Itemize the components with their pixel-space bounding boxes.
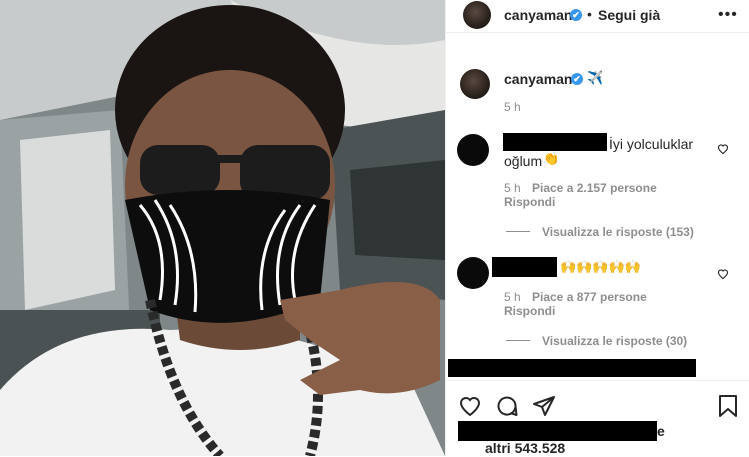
avatar[interactable] [463,1,491,29]
reply-button[interactable]: Rispondi [504,195,555,209]
caption-time[interactable]: 5 h [504,100,521,114]
post-photo[interactable] [0,0,445,456]
view-replies-button[interactable]: Visualizza le risposte (153) [542,225,694,239]
caption-verified-badge-icon: ✔ [571,73,583,85]
airplane-icon: ✈️ [587,70,604,85]
share-icon[interactable] [532,394,556,418]
selfie-image [0,0,445,456]
post-side-panel: canyaman ✔ • Segui già ••• canyaman ✔ ✈️… [445,0,749,456]
post-header: canyaman ✔ • Segui già ••• [446,0,749,33]
comment-time[interactable]: 5 h [504,290,521,304]
redacted-comment [448,359,696,377]
comment-avatar[interactable] [457,134,489,166]
post-actions: e altri 543.528 [446,380,749,457]
likes-count[interactable]: altri 543.528 [485,440,565,456]
comment-like-heart-icon[interactable] [717,268,729,280]
verified-badge-icon: ✔ [570,9,582,21]
header-separator: • [587,6,592,22]
comment-time[interactable]: 5 h [504,181,521,195]
bookmark-icon[interactable] [716,394,740,418]
comment-icon[interactable] [495,394,519,418]
redacted-username [503,133,607,151]
caption-avatar[interactable] [460,69,490,99]
comment-text-line2: oğlum [504,153,543,169]
likes-fragment: e [657,423,665,439]
redacted-username [492,257,557,277]
follow-button[interactable]: Segui già [598,7,660,23]
comment-like-heart-icon[interactable] [717,143,729,155]
comment-text-line1: İyi yolculuklar [609,136,694,152]
replies-divider [506,340,530,341]
reply-button[interactable]: Rispondi [504,304,555,318]
caption-username[interactable]: canyaman [504,71,572,87]
comment-likes[interactable]: Piace a 877 persone [532,290,647,304]
comment-avatar[interactable] [457,257,489,289]
raised-hands-emoji: 🙌🙌🙌🙌🙌 [560,259,641,274]
heart-icon[interactable] [458,394,482,418]
header-username[interactable]: canyaman [504,7,572,23]
more-options-icon[interactable]: ••• [718,6,738,24]
comment-likes[interactable]: Piace a 2.157 persone [532,181,657,195]
view-replies-button[interactable]: Visualizza le risposte (30) [542,334,687,348]
clap-emoji: 👏 [543,151,560,166]
redacted-likers [458,421,657,441]
replies-divider [506,231,530,232]
